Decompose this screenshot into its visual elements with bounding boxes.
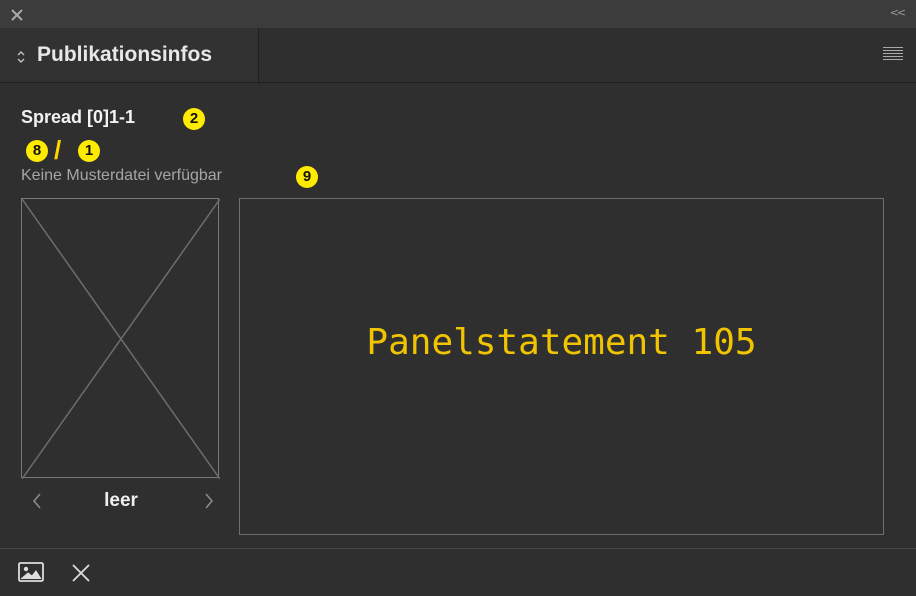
thumbnail-label: leer xyxy=(104,490,138,511)
master-badge: 9 xyxy=(296,166,318,188)
page-separator: / xyxy=(54,135,62,165)
page-thumbnail-placeholder xyxy=(21,198,220,479)
panel-title-bar: << xyxy=(0,0,916,29)
panel-footer xyxy=(0,548,916,596)
tab-title: Publikationsinfos xyxy=(37,43,213,66)
tab-publikationsinfos[interactable]: Publikationsinfos xyxy=(0,28,259,82)
close-icon[interactable] xyxy=(9,7,25,23)
hamburger-menu-icon[interactable] xyxy=(883,47,903,61)
master-status: Keine Musterdatei verfügbar xyxy=(21,167,222,184)
spread-title: Spread [0]1-1 xyxy=(21,107,136,127)
statement-area: Panelstatement 105 xyxy=(239,198,884,535)
spread-badge: 2 xyxy=(183,108,205,130)
chevron-right-icon[interactable] xyxy=(202,490,216,512)
page-badge-right: 1 xyxy=(78,140,100,162)
tab-row: Publikationsinfos xyxy=(0,28,916,83)
panel-statement: Panelstatement 105 xyxy=(366,322,757,363)
collapse-icon[interactable]: << xyxy=(890,6,907,19)
page-badge-left: 8 xyxy=(26,140,48,162)
x-icon[interactable] xyxy=(70,562,92,584)
chevron-left-icon[interactable] xyxy=(30,490,44,512)
image-icon[interactable] xyxy=(18,561,44,583)
updown-chevron-icon xyxy=(16,50,26,64)
